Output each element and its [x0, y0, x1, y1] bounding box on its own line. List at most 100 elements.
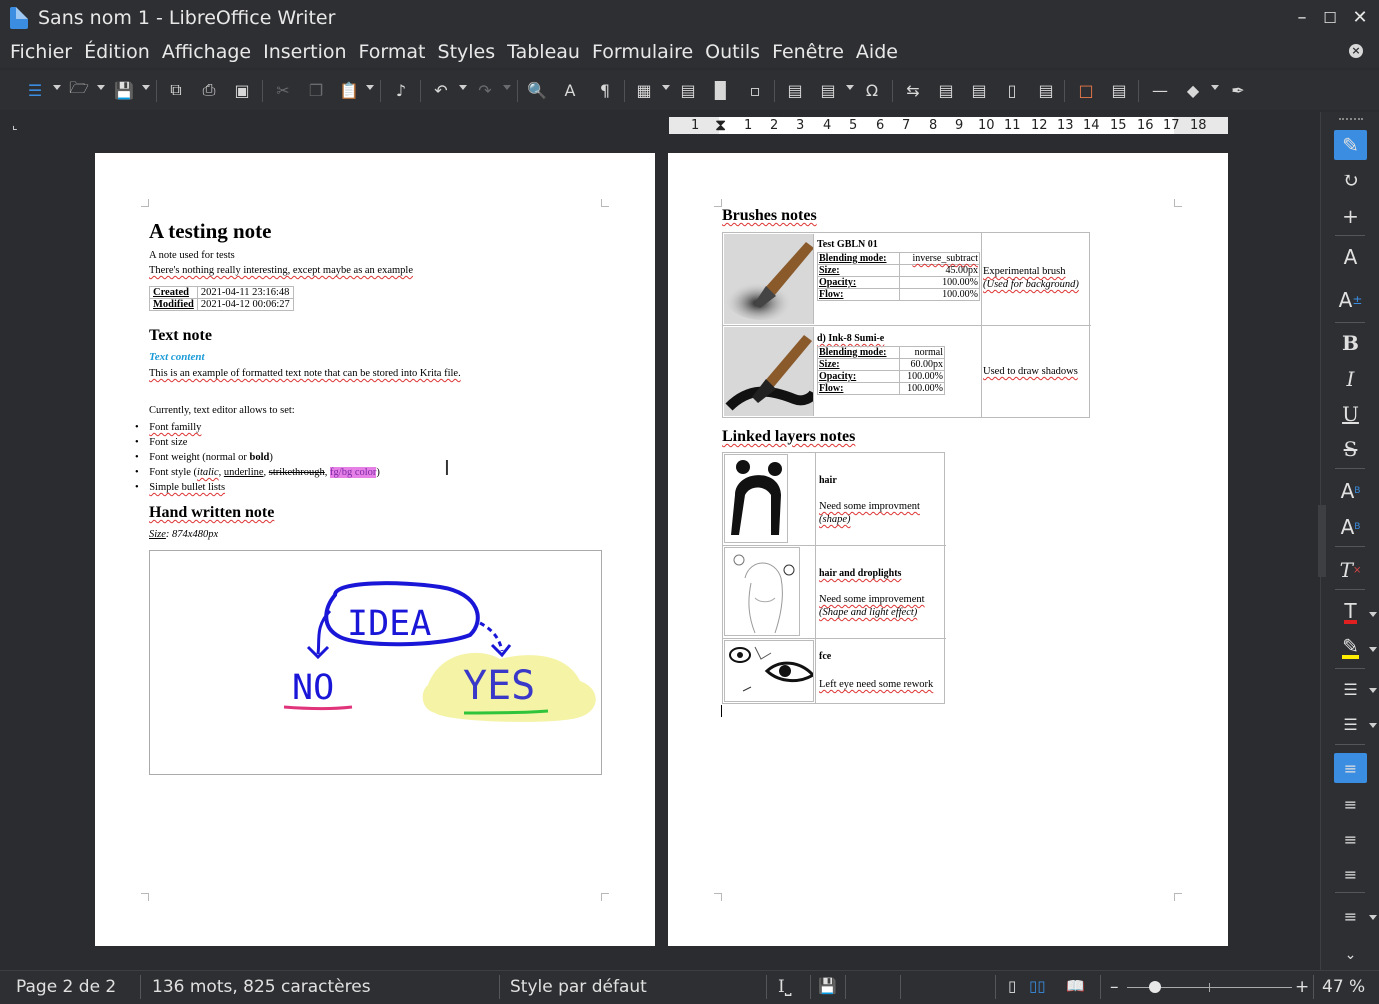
menu-outils[interactable]: Outils [705, 41, 760, 63]
prop-value: 45.00px [899, 264, 980, 277]
formatting-marks-icon[interactable]: ¶ [594, 79, 616, 101]
menu-affichage[interactable]: Affichage [162, 41, 251, 63]
clone-formatting-icon[interactable]: ♪ [390, 79, 412, 101]
bold-icon[interactable]: B [1334, 328, 1367, 358]
copy-icon[interactable]: ❐ [305, 79, 327, 101]
print-icon[interactable]: ⎙ [198, 79, 220, 101]
cut-icon[interactable]: ✂ [272, 79, 294, 101]
menu-format[interactable]: Format [359, 41, 426, 63]
hyperlink-icon[interactable]: ⇆ [902, 79, 924, 101]
menu-edition[interactable]: Édition [84, 41, 150, 63]
page-2[interactable]: Brushes notes Test GBLN 01 Blending mode… [668, 153, 1228, 946]
tab-stop-icon[interactable]: ⌞ [12, 118, 18, 132]
menu-styles[interactable]: Styles [438, 41, 496, 63]
menu-tableau[interactable]: Tableau [507, 41, 580, 63]
paragraph-spacing-icon[interactable]: ≡ [1334, 901, 1367, 931]
indent-marker-icon[interactable]: ⧗ [715, 116, 726, 133]
page-1[interactable]: A testing note A note used for tests The… [95, 153, 655, 946]
table-row: Test GBLN 01 Blending mode: inverse_subtr… [723, 233, 1091, 326]
no-text: NO [292, 668, 334, 708]
menu-fichier[interactable]: Fichier [10, 41, 72, 63]
bold-sample: bold [249, 452, 270, 463]
strikethrough-icon[interactable]: S [1334, 434, 1367, 464]
basic-shapes-icon[interactable]: ◆ [1182, 79, 1204, 101]
insert-text-box-icon[interactable]: ▫ [744, 79, 766, 101]
align-right-icon[interactable]: ≡ [1334, 824, 1367, 854]
menu-aide[interactable]: Aide [856, 41, 898, 63]
insert-image-icon[interactable]: ▤ [677, 79, 699, 101]
highlight-color-icon[interactable]: ✎ [1334, 633, 1367, 663]
numbered-list-icon[interactable]: ☰ [1334, 709, 1367, 739]
horizontal-ruler[interactable]: 1 ⧗ 1 2 3 4 5 6 7 8 9 10 11 12 13 14 15 … [669, 116, 1228, 134]
insert-chart-icon[interactable]: ▉ [710, 79, 732, 101]
find-replace-icon[interactable]: 🔍 [526, 79, 548, 101]
paste-icon[interactable]: 📋 [338, 79, 360, 101]
endnote-icon[interactable]: ▤ [968, 79, 990, 101]
list-item: • Font familly [135, 422, 202, 433]
layer-note: (shape) [819, 514, 851, 525]
subscript-icon[interactable]: AB [1334, 512, 1367, 542]
special-character-icon[interactable]: Ω [861, 79, 883, 101]
draw-function-icon[interactable]: ✒ [1227, 79, 1249, 101]
italic-icon[interactable]: I [1334, 364, 1367, 394]
font-color-icon[interactable]: T [1334, 598, 1367, 628]
zoom-out-icon[interactable]: – [1110, 977, 1119, 997]
maximize-icon[interactable]: ☐ [1318, 6, 1342, 30]
bullet-list-icon[interactable]: ☰ [1334, 674, 1367, 704]
undo-icon[interactable]: ↶ [430, 79, 452, 101]
document-modified-icon[interactable]: 💾 [818, 977, 837, 995]
zoom-in-icon[interactable]: + [1295, 977, 1309, 997]
page-count[interactable]: Page 2 de 2 [16, 977, 116, 997]
print-preview-icon[interactable]: ▣ [231, 79, 253, 101]
menu-insertion[interactable]: Insertion [263, 41, 346, 63]
cross-reference-icon[interactable]: ▤ [1035, 79, 1057, 101]
underline-icon[interactable]: U [1334, 399, 1367, 429]
superscript-icon[interactable]: AB [1334, 476, 1367, 506]
bookmark-icon[interactable]: ▯ [1001, 79, 1023, 101]
menu-formulaire[interactable]: Formulaire [592, 41, 693, 63]
align-left-icon[interactable]: ≡ [1334, 753, 1367, 783]
book-view-icon[interactable]: 📖 [1066, 977, 1085, 995]
menu-fenetre[interactable]: Fenêtre [772, 41, 844, 63]
insert-line-icon[interactable]: — [1149, 79, 1171, 101]
insert-field-icon[interactable]: ▤ [817, 79, 839, 101]
redo-icon[interactable]: ↷ [474, 79, 496, 101]
justify-icon[interactable]: ≡ [1334, 859, 1367, 889]
export-pdf-icon[interactable]: ⧉ [165, 79, 187, 101]
open-icon[interactable]: 🗁 [68, 78, 90, 101]
multi-page-view-icon[interactable]: ▯▯ [1029, 977, 1046, 995]
expand-sidebar-icon[interactable]: ⌄ [1334, 945, 1367, 965]
layer-note: (Shape and light effect) [819, 607, 918, 618]
font-size-icon[interactable]: A ± [1334, 285, 1367, 315]
font-name-icon[interactable]: A [1334, 242, 1367, 272]
minimize-icon[interactable]: – [1290, 6, 1314, 30]
insert-mode-icon[interactable]: I⎵ [778, 977, 792, 997]
single-page-view-icon[interactable]: ▯ [1008, 977, 1016, 995]
close-icon[interactable]: ✕ [1348, 6, 1372, 30]
clear-formatting-icon[interactable]: T × [1334, 555, 1367, 585]
zoom-level[interactable]: 47 % [1322, 977, 1365, 997]
save-icon[interactable]: 💾 [113, 79, 135, 101]
gallery-deck-icon[interactable]: + [1334, 201, 1367, 231]
sidebar-collapse-handle[interactable] [1318, 505, 1326, 577]
track-changes-icon[interactable]: ▤ [1108, 79, 1130, 101]
word-count[interactable]: 136 mots, 825 caractères [152, 977, 371, 997]
menu-bar: Fichier Édition Affichage Insertion Form… [0, 36, 1379, 68]
footnote-icon[interactable]: ▤ [935, 79, 957, 101]
zoom-slider-handle[interactable] [1149, 981, 1161, 993]
new-document-icon[interactable]: ☰ [24, 79, 46, 101]
ruler-tick: 4 [823, 118, 832, 133]
brushes-heading: Brushes notes [722, 207, 817, 224]
properties-deck-icon[interactable]: ✎ [1334, 130, 1367, 160]
ruler-tick: 14 [1083, 118, 1100, 133]
close-document-icon[interactable]: × [1349, 44, 1363, 58]
insert-table-icon[interactable]: ▦ [633, 79, 655, 101]
align-center-icon[interactable]: ≡ [1334, 789, 1367, 819]
ruler-tick: 10 [978, 118, 995, 133]
styles-deck-icon[interactable]: ↻ [1334, 165, 1367, 195]
insert-page-break-icon[interactable]: ▤ [784, 79, 806, 101]
page-style[interactable]: Style par défaut [510, 977, 647, 997]
spelling-icon[interactable]: A [559, 79, 581, 101]
meta-label: Created [149, 286, 198, 299]
comment-icon[interactable]: □ [1075, 79, 1097, 101]
